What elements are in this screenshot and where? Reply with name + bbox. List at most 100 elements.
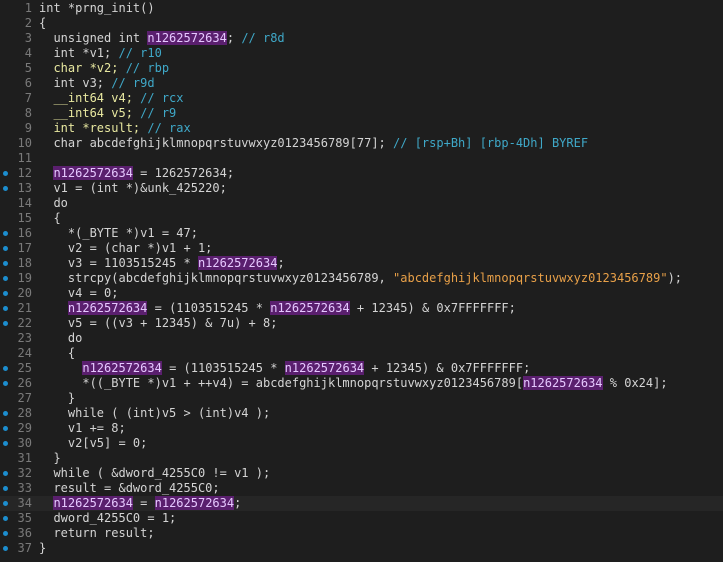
- code-text[interactable]: while ( &dword_4255C0 != v1 );: [39, 466, 270, 481]
- code-line[interactable]: 1 int *prng_init(): [0, 1, 723, 16]
- code-text[interactable]: do: [39, 196, 67, 211]
- code-line[interactable]: 3 unsigned int n1262572634; // r8d: [0, 31, 723, 46]
- code-line[interactable]: 34 n1262572634 = n1262572634;: [0, 496, 723, 511]
- code-text[interactable]: }: [39, 391, 75, 406]
- code-token: int *result;: [39, 121, 148, 135]
- code-text[interactable]: n1262572634 = 1262572634;: [39, 166, 234, 181]
- code-text[interactable]: {: [39, 346, 75, 361]
- code-text[interactable]: n1262572634 = n1262572634;: [39, 496, 241, 511]
- highlighted-identifier[interactable]: n1262572634: [82, 361, 162, 375]
- code-text[interactable]: char *v2; // rbp: [39, 61, 169, 76]
- code-text[interactable]: return result;: [39, 526, 154, 541]
- code-text[interactable]: v5 = ((v3 + 12345) & 7u) + 8;: [39, 316, 278, 331]
- code-line[interactable]: 4 int *v1; // r10: [0, 46, 723, 61]
- code-line[interactable]: 17 v2 = (char *)v1 + 1;: [0, 241, 723, 256]
- code-text[interactable]: dword_4255C0 = 1;: [39, 511, 176, 526]
- code-text[interactable]: *(_BYTE *)v1 = 47;: [39, 226, 198, 241]
- line-number: 35: [17, 511, 32, 525]
- code-line[interactable]: 27 }: [0, 391, 723, 406]
- code-text[interactable]: char abcdefghijklmnopqrstuvwxyz012345678…: [39, 136, 588, 151]
- code-text[interactable]: }: [39, 451, 60, 466]
- code-token: ;: [277, 256, 285, 270]
- code-text[interactable]: int *v1; // r10: [39, 46, 161, 61]
- code-text[interactable]: v4 = 0;: [39, 286, 119, 301]
- code-text[interactable]: v2[v5] = 0;: [39, 436, 147, 451]
- code-line[interactable]: 13 v1 = (int *)&unk_425220;: [0, 181, 723, 196]
- code-line[interactable]: 29 v1 += 8;: [0, 421, 723, 436]
- code-line[interactable]: 21 n1262572634 = (1103515245 * n12625726…: [0, 301, 723, 316]
- code-line[interactable]: 23 do: [0, 331, 723, 346]
- code-text[interactable]: do: [39, 331, 82, 346]
- code-text[interactable]: int *prng_init(): [39, 1, 155, 16]
- code-line[interactable]: 32 while ( &dword_4255C0 != v1 );: [0, 466, 723, 481]
- code-line[interactable]: 12 n1262572634 = 1262572634;: [0, 166, 723, 181]
- line-number: 22: [17, 316, 32, 330]
- code-token: + 12345) & 0x7FFFFFFF;: [349, 301, 516, 315]
- code-line[interactable]: 2{: [0, 16, 723, 31]
- highlighted-identifier[interactable]: n1262572634: [67, 301, 148, 315]
- code-text[interactable]: }: [39, 541, 46, 556]
- code-line[interactable]: 8 __int64 v5; // r9: [0, 106, 723, 121]
- code-token: int v3;: [39, 76, 112, 90]
- code-line[interactable]: 35 dword_4255C0 = 1;: [0, 511, 723, 526]
- code-text[interactable]: n1262572634 = (1103515245 * n1262572634 …: [39, 361, 530, 376]
- code-line[interactable]: 30 v2[v5] = 0;: [0, 436, 723, 451]
- code-line[interactable]: 16 *(_BYTE *)v1 = 47;: [0, 226, 723, 241]
- code-line[interactable]: 25 n1262572634 = (1103515245 * n12625726…: [0, 361, 723, 376]
- code-text[interactable]: v3 = 1103515245 * n1262572634;: [39, 256, 285, 271]
- code-text[interactable]: result = &dword_4255C0;: [39, 481, 219, 496]
- code-line[interactable]: 14 do: [0, 196, 723, 211]
- code-text[interactable]: {: [39, 211, 60, 226]
- code-line[interactable]: 28 while ( (int)v5 > (int)v4 );: [0, 406, 723, 421]
- code-text[interactable]: __int64 v4; // rcx: [39, 91, 184, 106]
- pseudocode-view[interactable]: 1 int *prng_init() 2{3 unsigned int n12625…: [0, 0, 723, 562]
- code-text[interactable]: int *result; // rax: [39, 121, 190, 136]
- line-number: 29: [17, 421, 32, 435]
- code-text[interactable]: v1 = (int *)&unk_425220;: [39, 181, 226, 196]
- code-line[interactable]: 20 v4 = 0;: [0, 286, 723, 301]
- highlighted-identifier[interactable]: n1262572634: [53, 496, 133, 510]
- code-text[interactable]: int v3; // r9d: [39, 76, 154, 91]
- code-text[interactable]: n1262572634 = (1103515245 * n1262572634 …: [39, 301, 516, 316]
- highlighted-identifier[interactable]: n1262572634: [523, 376, 603, 390]
- code-line[interactable]: 19 strcpy(abcdefghijklmnopqrstuvwxyz0123…: [0, 271, 723, 286]
- code-line[interactable]: 22 v5 = ((v3 + 12345) & 7u) + 8;: [0, 316, 723, 331]
- line-number: 15: [17, 211, 32, 225]
- line-number: 2: [24, 16, 32, 30]
- highlighted-identifier[interactable]: n1262572634: [284, 361, 365, 375]
- code-text[interactable]: v1 += 8;: [39, 421, 126, 436]
- code-text[interactable]: strcpy(abcdefghijklmnopqrstuvwxyz0123456…: [39, 271, 682, 286]
- code-token: strcpy(abcdefghijklmnopqrstuvwxyz0123456…: [39, 271, 394, 285]
- comment-token: // rcx: [140, 91, 184, 105]
- code-line[interactable]: 36 return result;: [0, 526, 723, 541]
- highlighted-identifier[interactable]: n1262572634: [53, 166, 133, 180]
- code-text[interactable]: {: [39, 16, 46, 31]
- line-number: 28: [17, 406, 32, 420]
- highlighted-identifier[interactable]: n1262572634: [270, 301, 350, 315]
- line-number: 20: [17, 286, 32, 300]
- code-line[interactable]: 26 *((_BYTE *)v1 + ++v4) = abcdefghijklm…: [0, 376, 723, 391]
- code-line[interactable]: 10 char abcdefghijklmnopqrstuvwxyz012345…: [0, 136, 723, 151]
- code-line[interactable]: 24 {: [0, 346, 723, 361]
- code-line[interactable]: 18 v3 = 1103515245 * n1262572634;: [0, 256, 723, 271]
- code-line[interactable]: 5 char *v2; // rbp: [0, 61, 723, 76]
- highlighted-identifier[interactable]: n1262572634: [147, 31, 227, 45]
- line-number: 34: [17, 496, 32, 510]
- code-text[interactable]: __int64 v5; // r9: [39, 106, 176, 121]
- code-text[interactable]: *((_BYTE *)v1 + ++v4) = abcdefghijklmnop…: [39, 376, 668, 391]
- code-line[interactable]: 11: [0, 151, 723, 166]
- code-line[interactable]: 9 int *result; // rax: [0, 121, 723, 136]
- code-text[interactable]: unsigned int n1262572634; // r8d: [39, 31, 285, 46]
- code-token: = (1103515245 *: [147, 301, 271, 315]
- code-line[interactable]: 6 int v3; // r9d: [0, 76, 723, 91]
- code-line[interactable]: 15 {: [0, 211, 723, 226]
- code-text[interactable]: v2 = (char *)v1 + 1;: [39, 241, 213, 256]
- code-line[interactable]: 31 }: [0, 451, 723, 466]
- code-line[interactable]: 33 result = &dword_4255C0;: [0, 481, 723, 496]
- code-text[interactable]: while ( (int)v5 > (int)v4 );: [39, 406, 270, 421]
- highlighted-identifier[interactable]: n1262572634: [197, 256, 278, 270]
- highlighted-identifier[interactable]: n1262572634: [154, 496, 235, 510]
- code-line[interactable]: 37}: [0, 541, 723, 556]
- code-line[interactable]: 7 __int64 v4; // rcx: [0, 91, 723, 106]
